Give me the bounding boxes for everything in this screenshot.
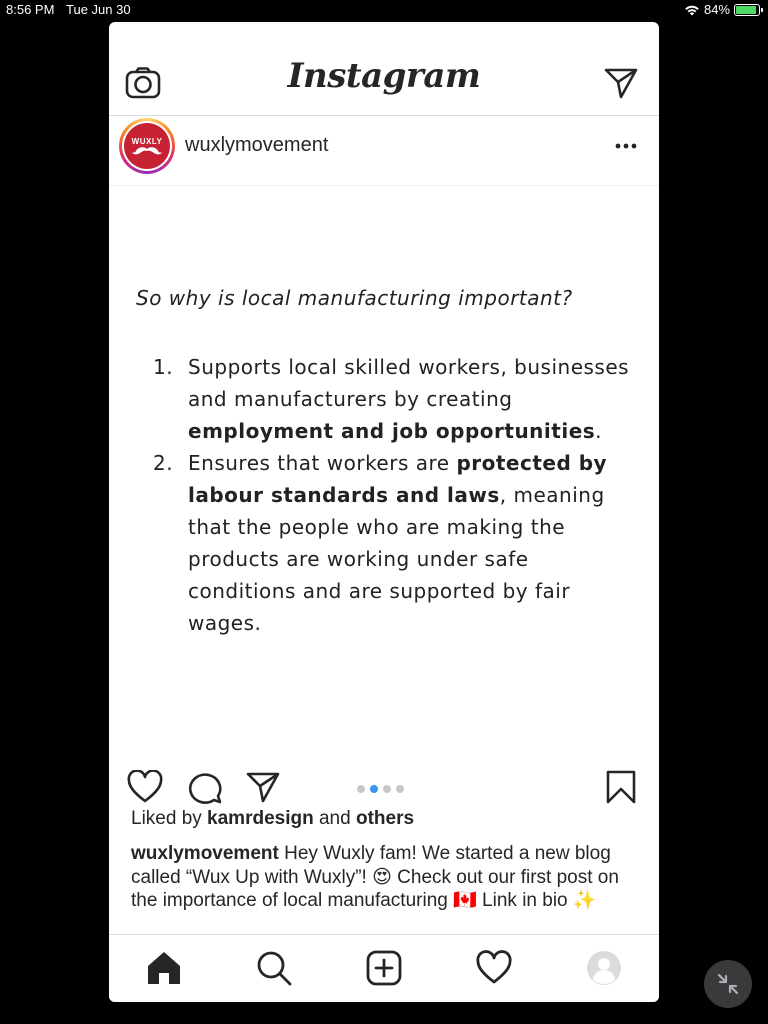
bottom-tab-bar: [109, 934, 659, 1002]
search-icon[interactable]: [255, 949, 293, 987]
mustache-icon: [132, 146, 162, 154]
profile-icon[interactable]: [585, 949, 623, 987]
post-list: 1. Supports local skilled workers, busine…: [153, 351, 633, 639]
battery-icon: [734, 3, 763, 16]
post-header: WUXLY wuxlymovement: [109, 116, 659, 186]
home-icon[interactable]: [145, 949, 183, 987]
post-question: So why is local manufacturing important?: [136, 286, 573, 310]
caption-username[interactable]: wuxlymovement: [131, 843, 279, 864]
top-nav: Instagram: [109, 22, 659, 116]
heart-icon[interactable]: [127, 770, 163, 804]
status-indicators: 84%: [684, 2, 763, 17]
likes-middle: and: [313, 808, 356, 829]
battery-percent: 84%: [703, 2, 730, 17]
status-date: Tue Jun 30: [66, 2, 131, 17]
carousel-dot: [396, 785, 404, 793]
list-item: 1. Supports local skilled workers, busine…: [153, 351, 633, 447]
carousel-dot: [383, 785, 391, 793]
likes-user-link[interactable]: kamrdesign: [207, 808, 314, 829]
status-bar: 8:56 PM Tue Jun 30 84%: [0, 0, 768, 20]
share-icon[interactable]: [245, 770, 281, 804]
new-post-icon[interactable]: [365, 949, 403, 987]
comment-icon[interactable]: [187, 770, 223, 804]
avatar-logo-text: WUXLY: [131, 136, 163, 146]
status-time: 8:56 PM: [6, 2, 55, 17]
likes-others-link[interactable]: others: [356, 808, 414, 829]
avatar-logo: WUXLY: [124, 123, 170, 169]
action-bar: [109, 758, 659, 812]
carousel-dot-active: [370, 785, 378, 793]
carousel-dot: [357, 785, 365, 793]
post-username[interactable]: wuxlymovement: [185, 134, 328, 157]
likes-text: Liked by kamrdesign and others: [131, 808, 414, 830]
instagram-logo: Instagram: [287, 56, 481, 96]
post-caption: wuxlymovement Hey Wuxly fam! We started …: [131, 842, 631, 913]
activity-heart-icon[interactable]: [475, 949, 513, 987]
list-item: 2. Ensures that workers are protected by …: [153, 447, 633, 639]
more-options-icon[interactable]: [613, 136, 641, 156]
minimize-icon: [717, 973, 739, 995]
list-number: 1.: [153, 355, 174, 379]
list-number: 2.: [153, 451, 174, 475]
likes-prefix: Liked by: [131, 808, 208, 829]
wifi-icon: [685, 5, 699, 15]
minimize-button[interactable]: [704, 960, 752, 1008]
list-text-end: .: [595, 419, 603, 443]
list-text: Ensures that workers are: [188, 451, 457, 475]
post-image[interactable]: So why is local manufacturing important?…: [109, 186, 659, 758]
instagram-app: Instagram WUXLY wuxlymovement So why is …: [109, 22, 659, 1002]
bookmark-icon[interactable]: [603, 770, 639, 804]
avatar[interactable]: WUXLY: [119, 118, 175, 174]
list-text: Supports local skilled workers, business…: [188, 355, 630, 411]
list-bold-text: employment and job opportunities: [188, 419, 596, 443]
direct-send-icon[interactable]: [603, 66, 639, 100]
carousel-indicator: [357, 785, 404, 793]
